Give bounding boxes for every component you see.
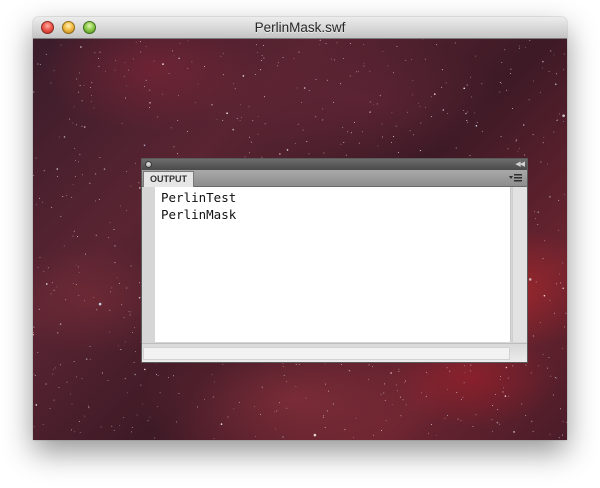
output-line: PerlinMask <box>161 207 237 222</box>
menu-lines-icon <box>514 174 522 182</box>
output-line: PerlinTest <box>161 190 237 205</box>
tab-output[interactable]: OUTPUT <box>143 171 194 187</box>
menu-arrow-icon <box>509 176 513 179</box>
panel-tab-bar: OUTPUT <box>142 170 527 187</box>
flash-player-window: PerlinMask.swf ◀◀ OUTPUT PerlinTest Perl… <box>33 17 567 440</box>
horizontal-scrollbar[interactable] <box>142 343 527 362</box>
vertical-scrollbar[interactable] <box>512 187 527 342</box>
title-bar[interactable]: PerlinMask.swf <box>33 17 567 39</box>
window-title: PerlinMask.swf <box>254 20 346 35</box>
output-text-area[interactable]: PerlinTest PerlinMask <box>155 187 511 342</box>
scroll-track[interactable] <box>143 347 510 360</box>
swf-stage[interactable]: ◀◀ OUTPUT PerlinTest PerlinMask <box>33 39 567 440</box>
collapse-icon[interactable]: ◀◀ <box>515 159 525 170</box>
panel-menu-icon[interactable] <box>509 172 523 184</box>
panel-header[interactable]: ◀◀ <box>142 159 527 170</box>
output-panel: ◀◀ OUTPUT PerlinTest PerlinMask <box>141 158 528 363</box>
panel-close-icon[interactable] <box>145 161 152 168</box>
